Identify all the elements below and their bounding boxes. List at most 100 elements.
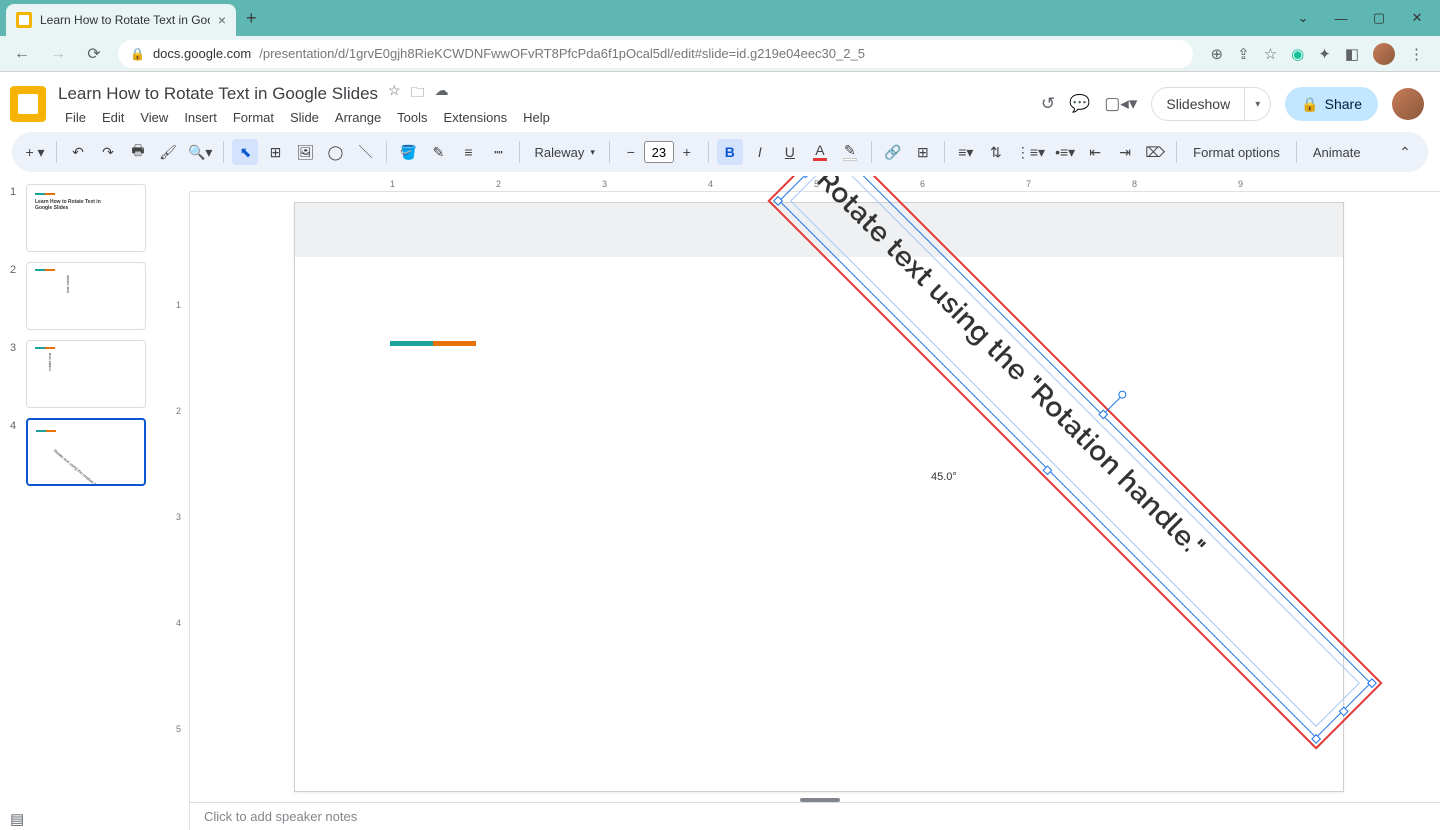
slides-favicon <box>16 12 32 28</box>
doc-title[interactable]: Learn How to Rotate Text in Google Slide… <box>58 84 378 104</box>
border-weight-button[interactable]: ≡ <box>455 139 481 165</box>
tab-title: Learn How to Rotate Text in Goo <box>40 13 210 27</box>
shape-tool[interactable]: ◯ <box>322 139 348 165</box>
menu-arrange[interactable]: Arrange <box>328 108 388 127</box>
clear-formatting-button[interactable]: ⌦ <box>1142 139 1168 165</box>
selected-textbox[interactable]: Rotate text using the "Rotation handle." <box>779 176 1372 738</box>
collapse-toolbar-button[interactable]: ⌃ <box>1392 139 1418 165</box>
grammarly-icon[interactable]: ◉ <box>1291 45 1304 63</box>
extensions-icon[interactable]: ✦ <box>1318 45 1331 63</box>
font-size-input[interactable] <box>644 141 674 163</box>
kebab-menu-icon[interactable]: ⋮ <box>1409 45 1424 63</box>
line-tool[interactable]: ＼ <box>352 139 378 165</box>
animate-button[interactable]: Animate <box>1305 145 1369 160</box>
share-button[interactable]: 🔒 Share <box>1285 87 1378 121</box>
browser-tab[interactable]: Learn How to Rotate Text in Goo × <box>6 4 236 36</box>
forward-button[interactable]: → <box>46 42 70 66</box>
slide-panel[interactable]: 1 Learn How to Rotate Text inGoogle Slid… <box>0 176 170 830</box>
slide-number: 4 <box>10 418 20 486</box>
numbered-list-button[interactable]: ⋮≡▾ <box>1013 139 1048 165</box>
text-color-button[interactable]: A <box>807 139 833 165</box>
explore-icon[interactable]: ▤ <box>10 810 24 828</box>
minimize-button[interactable]: — <box>1332 9 1350 27</box>
italic-button[interactable]: I <box>747 139 773 165</box>
close-icon[interactable]: × <box>218 12 226 28</box>
border-color-button[interactable]: ✎ <box>425 139 451 165</box>
slideshow-dropdown[interactable]: ▾ <box>1244 88 1270 120</box>
bulleted-list-button[interactable]: •≡▾ <box>1052 139 1078 165</box>
indent-increase-button[interactable]: ⇥ <box>1112 139 1138 165</box>
fill-color-button[interactable]: 🪣 <box>395 139 421 165</box>
font-family-select[interactable]: Raleway▾ <box>528 145 600 160</box>
zoom-icon[interactable]: ⊕ <box>1211 45 1224 63</box>
indent-decrease-button[interactable]: ⇤ <box>1082 139 1108 165</box>
menu-edit[interactable]: Edit <box>95 108 131 127</box>
format-options-button[interactable]: Format options <box>1185 145 1288 160</box>
chevron-down-icon[interactable]: ⌄ <box>1294 9 1312 27</box>
redo-button[interactable]: ↷ <box>95 139 121 165</box>
highlight-color-button[interactable]: ✎ <box>837 139 863 165</box>
share-url-icon[interactable]: ⇪ <box>1237 45 1250 63</box>
accent-bar <box>390 341 476 346</box>
lock-icon: 🔒 <box>1301 96 1318 113</box>
font-size-decrease[interactable]: − <box>618 139 644 165</box>
menu-tools[interactable]: Tools <box>390 108 434 127</box>
move-to-folder-icon[interactable]: 🗀 <box>411 82 425 106</box>
insert-link-button[interactable]: 🔗 <box>880 139 906 165</box>
menu-view[interactable]: View <box>133 108 175 127</box>
border-dash-button[interactable]: ┉ <box>485 139 511 165</box>
menu-slide[interactable]: Slide <box>283 108 326 127</box>
menu-insert[interactable]: Insert <box>177 108 224 127</box>
slide-canvas[interactable]: Rotate text using the "Rotation handle."… <box>294 202 1344 792</box>
lock-icon: 🔒 <box>130 47 145 61</box>
image-tool[interactable]: 🖼 <box>292 139 318 165</box>
slide-thumbnail-1[interactable]: Learn How to Rotate Text inGoogle Slides <box>26 184 146 252</box>
vertical-ruler[interactable]: 1 2 3 4 5 <box>170 192 190 830</box>
select-tool[interactable]: ⬉ <box>232 139 258 165</box>
slides-logo[interactable] <box>10 86 46 122</box>
browser-addressbar: ← → ⟳ 🔒 docs.google.com/presentation/d/1… <box>0 36 1440 72</box>
star-icon[interactable]: ☆ <box>1264 45 1277 63</box>
zoom-dropdown[interactable]: 🔍▾ <box>185 139 215 165</box>
profile-avatar[interactable] <box>1373 43 1395 65</box>
url-path: /presentation/d/1grvE0gjh8RieKCWDNFwwOFv… <box>259 46 865 61</box>
menu-extensions[interactable]: Extensions <box>437 108 515 127</box>
paint-format-button[interactable]: 🖌 <box>155 139 181 165</box>
back-button[interactable]: ← <box>10 42 34 66</box>
workspace: 1 Learn How to Rotate Text inGoogle Slid… <box>0 176 1440 830</box>
slideshow-button[interactable]: Slideshow <box>1152 88 1244 120</box>
slide-thumbnail-2[interactable]: text rotate <box>26 262 146 330</box>
menu-file[interactable]: File <box>58 108 93 127</box>
slide-thumbnail-3[interactable]: rotate text <box>26 340 146 408</box>
cloud-saved-icon[interactable]: ☁ <box>435 82 449 106</box>
textbox-tool[interactable]: ⊞ <box>262 139 288 165</box>
reload-button[interactable]: ⟳ <box>82 42 106 66</box>
underline-button[interactable]: U <box>777 139 803 165</box>
menu-format[interactable]: Format <box>226 108 281 127</box>
maximize-button[interactable]: ▢ <box>1370 9 1388 27</box>
bold-button[interactable]: B <box>717 139 743 165</box>
textbox-content[interactable]: Rotate text using the "Rotation handle." <box>796 176 1355 721</box>
url-input[interactable]: 🔒 docs.google.com/presentation/d/1grvE0g… <box>118 40 1193 68</box>
speaker-notes[interactable]: Click to add speaker notes <box>190 802 1440 830</box>
video-call-icon[interactable]: ▢◂▾ <box>1104 94 1137 114</box>
account-avatar[interactable] <box>1392 88 1424 120</box>
line-spacing-button[interactable]: ⇅ <box>983 139 1009 165</box>
sidepanel-icon[interactable]: ◧ <box>1345 45 1359 63</box>
print-button[interactable]: 🖶 <box>125 139 151 165</box>
speaker-notes-placeholder: Click to add speaker notes <box>204 809 357 824</box>
canvas[interactable]: Rotate text using the "Rotation handle."… <box>194 196 1430 820</box>
comments-icon[interactable]: 💬 <box>1069 94 1090 114</box>
align-button[interactable]: ≡▾ <box>953 139 979 165</box>
new-slide-button[interactable]: + ▾ <box>22 139 48 165</box>
new-tab-button[interactable]: + <box>246 8 257 29</box>
slide-thumbnail-4[interactable]: Rotate text using the rotation handle <box>26 418 146 486</box>
url-host: docs.google.com <box>153 46 251 61</box>
undo-button[interactable]: ↶ <box>65 139 91 165</box>
font-size-increase[interactable]: + <box>674 139 700 165</box>
star-outline-icon[interactable]: ☆ <box>388 82 401 106</box>
history-icon[interactable]: ↺ <box>1041 94 1055 114</box>
menu-help[interactable]: Help <box>516 108 557 127</box>
insert-comment-button[interactable]: ⊞ <box>910 139 936 165</box>
close-window-button[interactable]: ✕ <box>1408 9 1426 27</box>
